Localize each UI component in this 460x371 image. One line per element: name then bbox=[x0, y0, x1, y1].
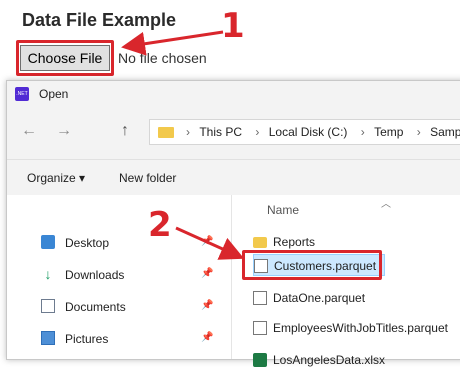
list-item-label: LosAngelesData.xlsx bbox=[273, 353, 386, 367]
step-1-arrow bbox=[121, 30, 224, 56]
step-2-arrow bbox=[175, 226, 245, 260]
callout-arrows bbox=[121, 30, 245, 260]
excel-file-icon bbox=[253, 353, 267, 367]
